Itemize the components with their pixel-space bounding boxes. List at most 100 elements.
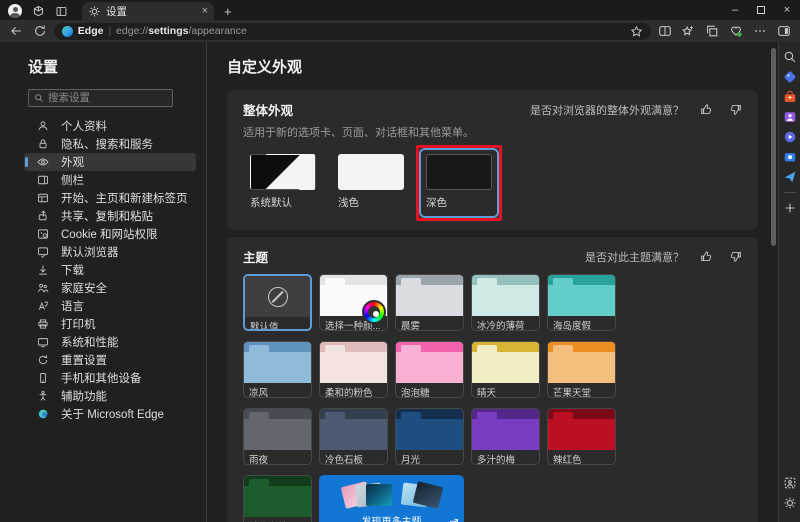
rail-search-icon[interactable] [783,50,797,64]
page-scrollbar [768,42,778,522]
profile-avatar[interactable] [8,4,22,18]
sidebar-item-default-browser[interactable]: 默认浏览器 [24,243,196,261]
theme-card-9[interactable]: 芒果天堂 [547,341,616,398]
theme-label: 晨雾 [401,321,421,331]
copilot-sidebar-icon[interactable] [774,24,794,38]
browser-tab-settings[interactable]: 设置 × [82,2,214,20]
image-creator-icon[interactable] [783,150,797,164]
theme-card-12[interactable]: 月光 [395,408,464,465]
overall-appearance-section: 整体外观 是否对浏览器的整体外观满意？ 适用于新的选项卡、页面、对话框和其他菜单… [227,90,758,230]
sidebar-item-profile[interactable]: 个人资料 [24,117,196,135]
theme-label: 泡泡糖 [401,388,430,398]
sidebar-item-share[interactable]: 共享、复制和粘贴 [24,207,196,225]
theme-label: 神秘森林 [244,517,311,522]
edge-sidebar-rail [778,42,800,522]
theme-card-3[interactable]: 冰冷的薄荷 [471,274,540,331]
sidebar-item-accessibility[interactable]: 辅助功能 [24,387,196,405]
discover-more-themes-card[interactable]: 发现更多主题 [319,475,464,522]
thumbs-up-icon[interactable] [700,250,713,263]
theme-card-11[interactable]: 冷色石板 [319,408,388,465]
theme-card-10[interactable]: 雨夜 [243,408,312,465]
sidebar-item-appearance[interactable]: 外观 [24,153,196,171]
settings-gear-icon[interactable] [783,496,797,510]
sidebar-item-phone[interactable]: 手机和其他设备 [24,369,196,387]
sidebar-item-reset[interactable]: 重置设置 [24,351,196,369]
theme-card-6[interactable]: 柔和的粉色 [319,341,388,398]
tab-close-icon[interactable]: × [202,5,208,17]
thumbs-up-icon[interactable] [700,103,713,116]
theme-label: 凉风 [249,388,269,398]
sidebar-item-label: 下载 [61,265,84,277]
theme-card-13[interactable]: 多汁的梅 [471,408,540,465]
appearance-icon [37,156,49,168]
external-link-icon [449,518,459,522]
more-menu-icon[interactable] [750,24,770,38]
window-close-button[interactable]: × [774,0,800,20]
toolbox-icon[interactable] [783,90,797,104]
overall-option-light[interactable]: 浅色 [331,148,411,218]
sidebar-item-cookies[interactable]: Cookie 和网站权限 [24,225,196,243]
window-maximize-button[interactable] [748,0,774,20]
window-minimize-button[interactable]: – [722,0,748,20]
overall-option-dark[interactable]: 深色 [416,145,502,221]
option-label: 系统默认 [250,197,292,209]
collections-icon[interactable] [702,24,722,38]
theme-card-4[interactable]: 海岛度假 [547,274,616,331]
sidebar-item-sidebar-panel[interactable]: 侧栏 [24,171,196,189]
privacy-icon [37,138,49,150]
back-button[interactable] [6,24,26,38]
settings-search[interactable] [28,89,173,107]
browser-essentials-icon[interactable] [726,24,746,38]
new-tab-button[interactable]: + [224,5,232,18]
games-icon[interactable] [783,110,797,124]
theme-card-14[interactable]: 辣红色 [547,408,616,465]
sidebar-item-downloads[interactable]: 下载 [24,261,196,279]
shopping-icon[interactable] [783,70,797,84]
theme-label: 月光 [401,455,421,465]
refresh-button[interactable] [30,24,50,38]
theme-card-picker[interactable]: 选择一种颜... [319,274,388,331]
drop-icon[interactable] [783,170,797,184]
sidebar-item-label: 家庭安全 [61,283,107,295]
search-input[interactable] [48,92,158,104]
downloads-icon [37,264,49,276]
scrollbar-thumb[interactable] [771,48,776,246]
theme-card-default[interactable]: 默认值 [243,274,312,331]
cookies-icon [37,228,49,240]
thumbs-down-icon[interactable] [729,103,742,116]
sidebar-item-label: 共享、复制和粘贴 [61,211,153,223]
sidebar-item-printer[interactable]: 打印机 [24,315,196,333]
overall-option-split[interactable]: 系统默认 [243,148,323,218]
theme-card-5[interactable]: 凉风 [243,341,312,398]
profile-icon [37,120,49,132]
favorites-icon[interactable] [679,24,699,38]
themes-title: 主题 [243,251,269,265]
theme-label: 海岛度假 [553,321,592,331]
theme-card-15[interactable]: 神秘森林 [243,475,312,522]
address-bar[interactable]: Edge | edge://settings/appearance [53,22,651,40]
search-icon [34,93,44,103]
screenshot-icon[interactable] [783,476,797,490]
sidebar-item-performance[interactable]: 系统和性能 [24,333,196,351]
url-text: edge://settings/appearance [116,25,247,37]
sidebar-item-start-home[interactable]: 开始、主页和新建标签页 [24,189,196,207]
sidebar-item-languages[interactable]: 语言 [24,297,196,315]
sidebar-item-family[interactable]: 家庭安全 [24,279,196,297]
themes-section: 主题 是否对此主题满意？ 默认值 选择一种颜... 晨雾 冰冷的薄荷 海岛度假 凉风 柔和的… [227,237,758,522]
sidebar-item-privacy[interactable]: 隐私、搜索和服务 [24,135,196,153]
theme-card-8[interactable]: 晴天 [471,341,540,398]
edge-logo-icon [37,408,49,420]
split-screen-icon[interactable] [655,24,675,38]
printer-icon [37,318,49,330]
overall-appearance-subtitle: 适用于新的选项卡、页面、对话框和其他菜单。 [243,127,474,139]
tab-actions-icon[interactable] [55,5,68,18]
theme-card-7[interactable]: 泡泡糖 [395,341,464,398]
video-icon[interactable] [783,130,797,144]
thumbs-down-icon[interactable] [729,250,742,263]
workspaces-icon[interactable] [32,5,45,18]
theme-label: 默认值 [250,322,279,331]
add-to-sidebar-icon[interactable] [783,201,797,215]
favorite-star-icon[interactable] [630,25,643,38]
theme-card-2[interactable]: 晨雾 [395,274,464,331]
sidebar-item-edge-logo[interactable]: 关于 Microsoft Edge [24,405,196,423]
